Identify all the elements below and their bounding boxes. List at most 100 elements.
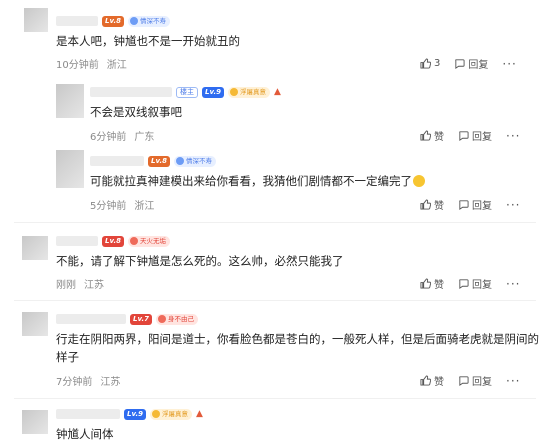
avatar[interactable]: [22, 236, 48, 260]
badge-icon: [129, 237, 138, 245]
username[interactable]: [56, 314, 126, 324]
timestamp: 刚刚: [56, 280, 76, 291]
like-button[interactable]: 赞: [420, 373, 444, 388]
divider: [14, 398, 536, 399]
level-badge: Lv.9: [202, 86, 224, 98]
reply-button[interactable]: 回复: [458, 128, 492, 143]
username[interactable]: [56, 236, 98, 246]
comment-meta: 刚刚 江苏: [56, 276, 104, 291]
timestamp: 6分钟前: [90, 132, 127, 143]
level-badge: Lv.7: [130, 313, 152, 325]
thumbs-up-icon: [420, 278, 431, 289]
avatar[interactable]: [56, 84, 84, 118]
title-badge: 情深不寿: [173, 155, 216, 167]
badge-icon: [129, 17, 138, 25]
comment-actions: 赞 回复 ···: [420, 276, 520, 291]
level-badge: Lv.8: [148, 155, 170, 167]
reply-button[interactable]: 回复: [458, 197, 492, 212]
username[interactable]: [90, 87, 172, 97]
reply-button[interactable]: 回复: [454, 56, 488, 71]
like-label: 赞: [434, 377, 444, 388]
comment-text: 可能就拉真神建模出来给你看看，我猜他们剧情都不一定编完了: [90, 172, 425, 190]
reply-label: 回复: [468, 60, 489, 71]
comment-actions: 赞 回复 ···: [420, 128, 520, 143]
reply-button[interactable]: 回复: [458, 373, 492, 388]
comment-text-body: 可能就拉真神建模出来给你看看，我猜他们剧情都不一定编完了: [90, 174, 412, 188]
like-button[interactable]: 赞: [420, 128, 444, 143]
reply-label: 回复: [472, 201, 492, 212]
comment-actions: 赞 回复 ···: [420, 197, 520, 212]
comment-icon: [459, 200, 469, 210]
more-icon[interactable]: ···: [506, 198, 520, 212]
comment-text-line-2: 样子: [56, 350, 79, 364]
host-tag: 楼主: [176, 86, 198, 98]
thumbs-up-icon: [420, 58, 431, 69]
comment-header: Lv.8 情深不寿: [56, 14, 170, 28]
comment-text: 不能，请了解下钟馗是怎么死的。这么帅，必然只能我了: [56, 254, 344, 268]
badge-icon: [175, 157, 184, 165]
comment-meta: 6分钟前 广东: [90, 128, 154, 143]
comment-header: Lv.8 天火无垢: [56, 234, 170, 248]
location: 广东: [134, 132, 155, 143]
fire-icon: ▲: [273, 87, 281, 97]
comment-meta: 10分钟前 浙江: [56, 56, 127, 71]
comment-header: Lv.8 情深不寿: [90, 154, 216, 168]
avatar[interactable]: [22, 410, 48, 434]
comment-icon: [459, 376, 469, 386]
username[interactable]: [56, 409, 120, 419]
reply-label: 回复: [472, 280, 492, 291]
reply-label: 回复: [472, 377, 492, 388]
wink-emoji-icon: [413, 175, 425, 187]
comment-header: Lv.7 身不由己: [56, 312, 198, 326]
thumbs-up-icon: [420, 130, 431, 141]
comment-icon: [455, 59, 465, 69]
like-label: 赞: [434, 201, 444, 212]
title-badge: 情深不寿: [127, 15, 170, 27]
more-icon[interactable]: ···: [506, 374, 520, 388]
like-label: 赞: [434, 132, 444, 143]
level-badge: Lv.9: [124, 408, 146, 420]
username[interactable]: [90, 156, 144, 166]
timestamp: 7分钟前: [56, 377, 93, 388]
comment-actions: 赞 回复 ···: [420, 373, 520, 388]
comment-text-line-1: 行走在阴阳两界，阳间是道士，你看脸色都是苍白的，一般死人样，但是后面骑老虎就是阴…: [56, 332, 539, 346]
level-badge: Lv.8: [102, 235, 124, 247]
like-button[interactable]: 赞: [420, 197, 444, 212]
location: 江苏: [100, 377, 121, 388]
reply-button[interactable]: 回复: [458, 276, 492, 291]
more-icon[interactable]: ···: [506, 129, 520, 143]
location: 浙江: [106, 60, 127, 71]
like-count: 3: [434, 58, 441, 69]
badge-icon: [151, 410, 160, 418]
comment-meta: 7分钟前 江苏: [56, 373, 120, 388]
badge-icon: [157, 315, 166, 323]
comment-icon: [459, 131, 469, 141]
level-badge: Lv.8: [102, 15, 124, 27]
like-button[interactable]: 3: [420, 58, 440, 69]
title-badge: 浮屠真意: [227, 86, 270, 98]
title-badge: 天火无垢: [127, 235, 170, 247]
more-icon[interactable]: ···: [506, 277, 520, 291]
comment-meta: 5分钟前 浙江: [90, 197, 154, 212]
more-icon[interactable]: ···: [502, 57, 516, 71]
thumbs-up-icon: [420, 199, 431, 210]
avatar[interactable]: [56, 150, 84, 188]
timestamp: 5分钟前: [90, 201, 127, 212]
username[interactable]: [56, 16, 98, 26]
avatar[interactable]: [22, 312, 48, 336]
timestamp: 10分钟前: [56, 60, 99, 71]
comment-text: 不会是双线叙事吧: [90, 105, 182, 119]
avatar[interactable]: [24, 8, 48, 32]
divider: [14, 300, 536, 301]
badge-icon: [229, 88, 238, 96]
reply-label: 回复: [472, 132, 492, 143]
thumbs-up-icon: [420, 375, 431, 386]
comment-header: Lv.9 浮屠真意 ▲: [56, 407, 203, 421]
comment-icon: [459, 279, 469, 289]
location: 江苏: [84, 280, 104, 291]
comment-actions: 3 回复 ···: [420, 56, 517, 71]
like-button[interactable]: 赞: [420, 276, 444, 291]
comment-header: 楼主 Lv.9 浮屠真意 ▲: [90, 85, 281, 99]
comment-text: 钟馗人间体: [56, 427, 114, 441]
divider: [14, 222, 536, 223]
